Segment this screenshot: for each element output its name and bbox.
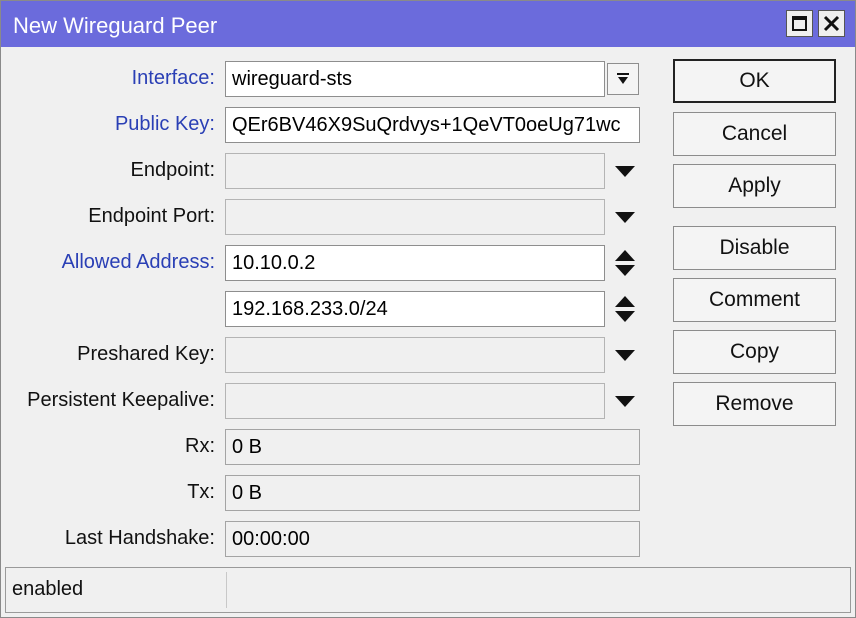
remove-button[interactable]: Remove (673, 382, 836, 426)
endpoint-expand-icon[interactable] (615, 166, 635, 177)
dropdown-arrow-icon (617, 73, 629, 84)
ok-button[interactable]: OK (673, 59, 836, 103)
updown-arrows-icon[interactable] (614, 249, 636, 277)
status-separator (226, 572, 227, 608)
close-button[interactable] (818, 10, 845, 37)
last-handshake-label: Last Handshake: (64, 527, 215, 549)
updown-arrows-icon[interactable] (614, 295, 636, 323)
persistent-keepalive-input[interactable] (225, 383, 605, 419)
close-icon (823, 15, 840, 32)
rx-value: 0 B (225, 429, 640, 465)
tx-label: Tx: (187, 481, 215, 503)
preshared-key-expand-icon[interactable] (615, 350, 635, 361)
interface-select[interactable]: wireguard-sts (225, 61, 605, 97)
last-handshake-value: 00:00:00 (225, 521, 640, 557)
status-bar: enabled (5, 567, 851, 613)
endpoint-port-input[interactable] (225, 199, 605, 235)
interface-label: Interface: (131, 67, 215, 89)
wireguard-peer-dialog: New Wireguard Peer Interface: wireguard-… (0, 0, 856, 618)
status-text: enabled (12, 578, 84, 600)
interface-dropdown-button[interactable] (607, 63, 639, 95)
endpoint-input[interactable] (225, 153, 605, 189)
endpoint-port-expand-icon[interactable] (615, 212, 635, 223)
maximize-button[interactable] (786, 10, 813, 37)
maximize-icon (792, 16, 807, 31)
allowed-address-label: Allowed Address: (61, 251, 215, 273)
preshared-key-label: Preshared Key: (77, 343, 215, 365)
persistent-keepalive-expand-icon[interactable] (615, 396, 635, 407)
disable-button[interactable]: Disable (673, 226, 836, 270)
window-title: New Wireguard Peer (13, 13, 218, 38)
copy-button[interactable]: Copy (673, 330, 836, 374)
comment-button[interactable]: Comment (673, 278, 836, 322)
preshared-key-input[interactable] (225, 337, 605, 373)
public-key-label: Public Key: (114, 113, 215, 135)
rx-label: Rx: (185, 435, 215, 457)
persistent-keepalive-label: Persistent Keepalive: (27, 389, 215, 411)
title-bar[interactable]: New Wireguard Peer (1, 1, 855, 47)
cancel-button[interactable]: Cancel (673, 112, 836, 156)
tx-value: 0 B (225, 475, 640, 511)
endpoint-port-label: Endpoint Port: (88, 205, 215, 227)
allowed-address-input-2[interactable]: 192.168.233.0/24 (225, 291, 605, 327)
apply-button[interactable]: Apply (673, 164, 836, 208)
endpoint-label: Endpoint: (130, 159, 215, 181)
allowed-address-input-1[interactable]: 10.10.0.2 (225, 245, 605, 281)
public-key-input[interactable]: QEr6BV46X9SuQrdvys+1QeVT0oeUg71wc (225, 107, 640, 143)
